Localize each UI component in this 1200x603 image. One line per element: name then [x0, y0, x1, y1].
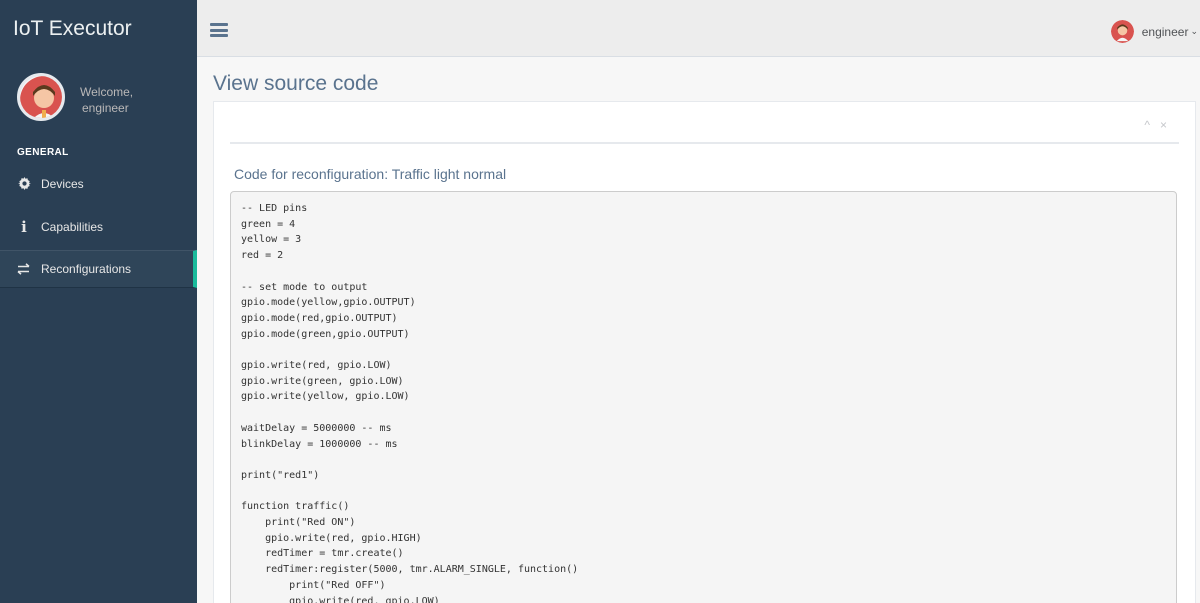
chevron-down-icon: ⌄	[1190, 26, 1198, 36]
sidebar-item-capabilities[interactable]: i Capabilities	[0, 205, 197, 248]
sidebar-item-label: Reconfigurations	[41, 262, 132, 276]
user-dropdown[interactable]: engineer ⌄	[1110, 20, 1198, 43]
source-code-block: -- LED pins green = 4 yellow = 3 red = 2…	[230, 191, 1177, 603]
source-code-text: -- LED pins green = 4 yellow = 3 red = 2…	[241, 203, 579, 603]
gear-icon	[17, 177, 31, 190]
welcome-text: Welcome,	[80, 85, 134, 99]
top-navbar: engineer ⌄	[197, 0, 1200, 57]
avatar-image	[20, 76, 62, 118]
sidebar-item-reconfigurations[interactable]: Reconfigurations	[0, 250, 197, 288]
avatar	[1110, 20, 1134, 43]
sidebar: IoT Executor Welcome, engineer GENERAL D…	[0, 0, 197, 603]
code-title: Code for reconfiguration: Traffic light …	[234, 166, 507, 182]
info-icon: i	[21, 217, 27, 236]
menu-toggle-icon[interactable]	[210, 23, 228, 37]
panel-toolbox: ^ ×	[1144, 118, 1167, 132]
collapse-icon[interactable]: ^	[1144, 118, 1150, 132]
sidebar-item-devices[interactable]: Devices	[0, 162, 197, 205]
avatar	[17, 73, 65, 121]
sidebar-item-label: Capabilities	[41, 219, 104, 234]
sidebar-section-title: GENERAL	[17, 147, 69, 158]
profile-block: Welcome, engineer	[0, 57, 197, 135]
page-title: View source code	[213, 72, 379, 95]
app-title[interactable]: IoT Executor	[0, 0, 197, 57]
user-name: engineer	[1141, 24, 1189, 39]
close-icon[interactable]: ×	[1160, 118, 1167, 132]
sidebar-item-label: Devices	[41, 176, 84, 191]
code-panel: ^ × Code for reconfiguration: Traffic li…	[213, 101, 1196, 603]
welcome-user-name: engineer	[82, 101, 129, 115]
exchange-arrows-icon	[17, 263, 31, 275]
panel-header: ^ ×	[230, 102, 1179, 144]
